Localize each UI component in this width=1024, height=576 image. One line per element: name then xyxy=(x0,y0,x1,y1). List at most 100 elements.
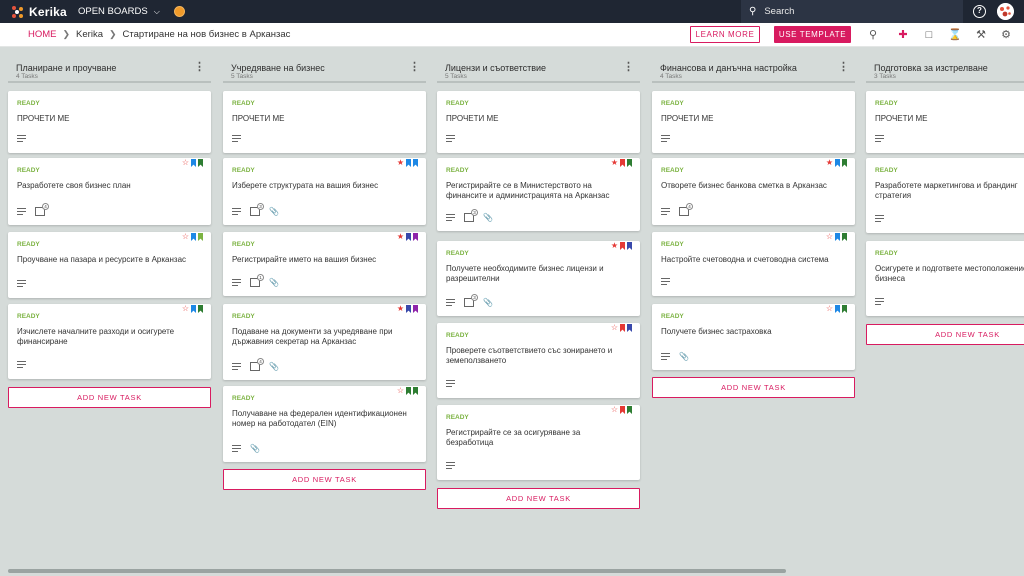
task-card[interactable]: READY Регистрирайте името на вашия бизнес… xyxy=(223,232,426,296)
add-person-icon[interactable]: ✚ xyxy=(896,28,910,42)
add-new-task-button[interactable]: ADD NEW TASK xyxy=(652,377,855,398)
task-flags: ☆ xyxy=(182,305,203,313)
star-icon[interactable]: ☆ xyxy=(826,305,833,313)
column-header[interactable]: Подготовка за изстрелване3 Tasks⋮ xyxy=(866,54,1024,83)
search-input[interactable]: ⚲ Search xyxy=(741,0,963,23)
star-icon[interactable]: ☆ xyxy=(611,406,618,414)
attachment-icon: 📎 xyxy=(679,352,689,361)
task-card[interactable]: READY Регистрирайте се в Министерството н… xyxy=(437,158,640,231)
breadcrumb-org[interactable]: Kerika xyxy=(76,29,103,40)
description-icon xyxy=(232,363,241,371)
task-card[interactable]: READY ПРОЧЕТИ МЕ xyxy=(8,91,211,153)
logo-icon xyxy=(12,5,24,18)
notification-icon[interactable] xyxy=(173,6,185,17)
avatar[interactable] xyxy=(997,3,1014,20)
add-new-task-button[interactable]: ADD NEW TASK xyxy=(8,387,211,408)
star-icon[interactable]: ★ xyxy=(397,305,404,313)
checklist-count: 4 xyxy=(686,203,693,210)
task-card[interactable]: READY Изчислете началните разходи и осигу… xyxy=(8,304,211,379)
task-card[interactable]: READY ПРОЧЕТИ МЕ xyxy=(866,91,1024,153)
checklist-icon: 3 xyxy=(250,203,264,216)
description-icon xyxy=(446,214,455,222)
column-header[interactable]: Учредяване на бизнес 5 Tasks ⋮ xyxy=(223,54,426,83)
task-card[interactable]: READY Осигурете и подгответе местоположен… xyxy=(866,241,1024,316)
search-icon[interactable]: ⚲ xyxy=(866,28,880,42)
task-status: READY xyxy=(17,100,40,107)
open-boards-menu[interactable]: OPEN BOARDS ⌵ xyxy=(78,6,160,17)
learn-more-button[interactable]: LEARN MORE xyxy=(690,26,760,43)
star-icon[interactable]: ☆ xyxy=(182,305,189,313)
star-icon[interactable]: ★ xyxy=(397,159,404,167)
task-status: READY xyxy=(446,414,469,421)
column-header[interactable]: Планиране и проучване 4 Tasks ⋮ xyxy=(8,54,211,83)
task-card[interactable]: READY Настройте счетоводна и счетоводна с… xyxy=(652,232,855,296)
task-title: Проучване на пазара и ресурсите в Арканз… xyxy=(17,255,187,264)
more-vertical-icon[interactable]: ⋮ xyxy=(194,62,205,73)
task-card[interactable]: READY Получете бизнес застраховка ☆ 📎 xyxy=(652,304,855,370)
task-title: ПРОЧЕТИ МЕ xyxy=(232,114,285,123)
description-icon xyxy=(446,462,455,470)
task-meta-icons xyxy=(446,462,455,470)
bookmark-icon xyxy=(842,159,847,167)
task-card[interactable]: READY Разработете своя бизнес план ☆ 4 xyxy=(8,158,211,225)
column: Планиране и проучване 4 Tasks ⋮ READY ПРОЧЕТ… xyxy=(8,54,211,554)
task-card[interactable]: READY Проверете съответствието със зонира… xyxy=(437,323,640,398)
task-flags: ★ xyxy=(397,159,418,167)
more-vertical-icon[interactable]: ⋮ xyxy=(409,62,420,73)
bookmark-icon xyxy=(413,305,418,313)
task-card[interactable]: READY Получаване на федерален идентификац… xyxy=(223,386,426,462)
attachment-icon: 📎 xyxy=(269,278,279,287)
star-icon[interactable]: ★ xyxy=(826,159,833,167)
chat-icon[interactable]: □ xyxy=(922,28,936,42)
bookmark-icon xyxy=(413,387,418,395)
bookmark-icon xyxy=(620,242,625,250)
task-title: ПРОЧЕТИ МЕ xyxy=(875,114,928,123)
add-new-task-button[interactable]: ADD NEW TASK xyxy=(866,324,1024,345)
task-meta-icons xyxy=(446,135,455,143)
column-header[interactable]: Лицензи и съответствие 5 Tasks ⋮ xyxy=(437,54,640,83)
task-meta-icons: 3 📎 xyxy=(446,209,493,222)
add-new-task-button[interactable]: ADD NEW TASK xyxy=(223,469,426,490)
task-card[interactable]: READY Подаване на документи за учредяване… xyxy=(223,304,426,380)
task-card[interactable]: READY Проучване на пазара и ресурсите в А… xyxy=(8,232,211,298)
column: Лицензи и съответствие 5 Tasks ⋮ READY ПРОЧЕ… xyxy=(437,54,640,554)
chevron-right-icon: ❯ xyxy=(62,29,71,39)
add-new-task-button[interactable]: ADD NEW TASK xyxy=(437,488,640,509)
task-card[interactable]: READY Отворете бизнес банкова сметка в Ар… xyxy=(652,158,855,225)
star-icon[interactable]: ☆ xyxy=(397,387,404,395)
bookmark-icon xyxy=(835,305,840,313)
task-card[interactable]: READY ПРОЧЕТИ МЕ xyxy=(437,91,640,153)
task-status: READY xyxy=(661,241,684,248)
help-icon[interactable]: ? xyxy=(973,5,986,18)
task-card[interactable]: READY ПРОЧЕТИ МЕ xyxy=(223,91,426,153)
attachment-icon[interactable]: ⌛ xyxy=(948,28,962,42)
task-card[interactable]: READY Получете необходимите бизнес лиценз… xyxy=(437,241,640,316)
description-icon xyxy=(875,215,884,223)
column-header[interactable]: Финансова и данъчна настройка 4 Tasks ⋮ xyxy=(652,54,855,83)
task-card[interactable]: READY Разработете маркетингова и брандинг… xyxy=(866,158,1024,233)
star-icon[interactable]: ★ xyxy=(611,242,618,250)
star-icon[interactable]: ☆ xyxy=(182,159,189,167)
checklist-icon: 1 xyxy=(250,274,264,287)
star-icon[interactable]: ☆ xyxy=(182,233,189,241)
task-meta-icons xyxy=(17,361,26,369)
use-template-button[interactable]: USE TEMPLATE xyxy=(774,26,851,43)
breadcrumb-home[interactable]: HOME xyxy=(28,29,57,40)
more-vertical-icon[interactable]: ⋮ xyxy=(838,62,849,73)
kerika-logo[interactable]: Kerika xyxy=(12,5,72,19)
star-icon[interactable]: ☆ xyxy=(826,233,833,241)
task-card[interactable]: READY Регистрирайте се за осигуряване за … xyxy=(437,405,640,480)
wrench-icon[interactable]: ⚒ xyxy=(974,28,988,42)
task-card[interactable]: READY Изберете структурата на вашия бизне… xyxy=(223,158,426,225)
star-icon[interactable]: ☆ xyxy=(611,324,618,332)
task-card[interactable]: READY ПРОЧЕТИ МЕ xyxy=(652,91,855,153)
star-icon[interactable]: ★ xyxy=(397,233,404,241)
task-flags: ☆ xyxy=(397,387,418,395)
more-vertical-icon[interactable]: ⋮ xyxy=(623,62,634,73)
horizontal-scrollbar[interactable] xyxy=(8,569,786,573)
star-icon[interactable]: ★ xyxy=(611,159,618,167)
column: Финансова и данъчна настройка 4 Tasks ⋮ REA… xyxy=(652,54,855,554)
column-task-count: 5 Tasks xyxy=(445,73,467,80)
task-meta-icons xyxy=(446,380,455,388)
settings-icon[interactable]: ⚙ xyxy=(999,28,1013,42)
